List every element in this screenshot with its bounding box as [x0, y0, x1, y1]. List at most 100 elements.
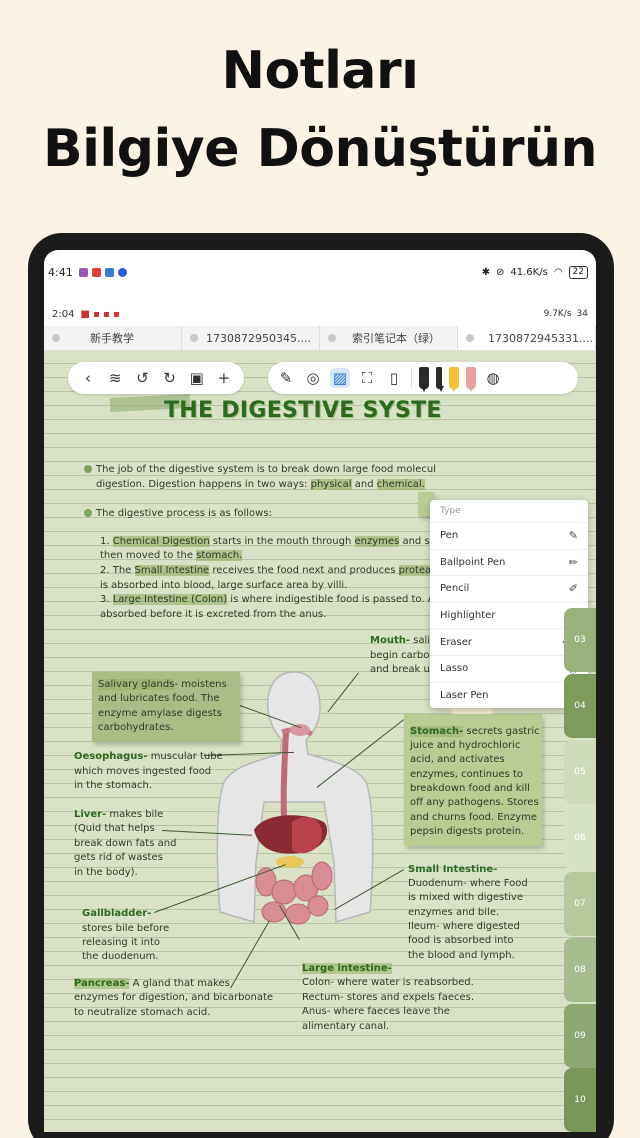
book-icon[interactable]: ▯: [384, 368, 404, 388]
layers-icon[interactable]: ≋: [105, 368, 125, 388]
tab-label: 索引笔记本（绿）: [352, 332, 440, 345]
add-icon[interactable]: +: [214, 368, 234, 388]
tab-strip: 新手教学 1730872950345.... 索引笔记本（绿） 17308729…: [44, 326, 596, 350]
page-tab-10[interactable]: 10: [564, 1068, 596, 1132]
battery-icon: 22: [568, 265, 588, 279]
tab-4[interactable]: 1730872945331.... ⌄: [458, 326, 596, 350]
salivary-line: enzyme amylase digests: [98, 708, 222, 719]
page-tab-07[interactable]: 07: [564, 872, 596, 936]
gallbladder-line: the duodenum.: [82, 951, 159, 962]
crop-icon[interactable]: ⛶: [357, 368, 377, 388]
tools-toolbar: ✎ ◎ ▨ ⛶ ▯ ◍: [268, 362, 578, 394]
small-intestine-line: the blood and lymph.: [408, 950, 515, 961]
page-tab-04[interactable]: 04: [564, 674, 596, 738]
intro-line-2: digestion. Digestion happens in two ways…: [96, 479, 425, 490]
notification-icon: [91, 267, 101, 277]
process-step-3: 3. Large Intestine (Colon) is where indi…: [100, 594, 439, 605]
bullet-icon: [84, 465, 92, 473]
bluetooth-icon: ✱: [481, 266, 491, 278]
notification-icon: [78, 267, 88, 277]
stomach-line: off any pathogens. Stores: [410, 797, 539, 808]
tablet-screen: 4:41 ✱ ⊘ 41.6K/s ◠ 22 2:04 ■ ▪ ▪ ▪ 9.7K/…: [44, 250, 596, 1132]
small-intestine-line: food is absorbed into: [408, 935, 514, 946]
close-tab-icon[interactable]: [52, 334, 60, 342]
page-tab-03[interactable]: 03: [564, 608, 596, 672]
intro-line-1: The job of the digestive system is to br…: [84, 463, 436, 477]
divider: [411, 368, 412, 388]
salivary-label: Salivary glands- moistens: [98, 679, 227, 690]
stomach-line: breakdown food and kill: [410, 783, 530, 794]
small-intestine-line: Duodenum- where Food: [408, 878, 528, 889]
inner-network-speed: 9.7K/s: [543, 309, 572, 319]
gallbladder-line: releasing it into: [82, 937, 160, 948]
chevron-down-icon[interactable]: ⌄: [593, 333, 595, 344]
process-step-2: 2. The Small Intestine receives the food…: [100, 565, 437, 576]
lasso-icon[interactable]: ◎: [303, 368, 323, 388]
gallbladder-label: Gallbladder-: [82, 908, 152, 919]
stomach-line: acid, and activates: [410, 754, 505, 765]
note-title: THE DIGESTIVE SYSTE: [164, 398, 442, 423]
page-index-tabs: 03 04 05 06 07 08 09 10: [562, 350, 596, 1132]
fountain-pen-swatch[interactable]: [419, 367, 429, 389]
image-icon[interactable]: ▨: [330, 368, 350, 388]
headline: Notları Bilgiye Dönüştürün: [0, 38, 640, 182]
inner-battery: 34: [576, 309, 588, 319]
headline-line-2: Bilgiye Dönüştürün: [42, 119, 598, 179]
redo-icon[interactable]: ↻: [160, 368, 180, 388]
page-tab-09[interactable]: 09: [564, 1004, 596, 1068]
small-intestine-line: enzymes and bile.: [408, 907, 500, 918]
stomach-label: Stomach- secrets gastric: [410, 726, 540, 737]
pancreas-label: Pancreas- A gland that makes: [74, 978, 230, 989]
stomach-line: and churns food. Enzyme: [410, 812, 538, 823]
small-intestine-label: Small Intestine-: [408, 864, 498, 875]
page-tab-08[interactable]: 08: [564, 938, 596, 1002]
oesophagus-line: in the stomach.: [74, 780, 153, 791]
page-tab-05[interactable]: 05: [564, 740, 596, 804]
close-tab-icon[interactable]: [190, 334, 198, 342]
bullet-icon: [84, 509, 92, 517]
stomach-line: enzymes, continues to: [410, 769, 524, 780]
process-step-3b: absorbed before it is excreted from the …: [100, 609, 327, 620]
oesophagus-line: which moves ingested food: [74, 766, 212, 777]
headline-line-1: Notları: [221, 41, 419, 101]
mute-icon: ⊘: [496, 266, 505, 278]
oesophagus-label: Oesophagus- muscular tube: [74, 751, 223, 762]
inner-status-bar: 2:04 ■ ▪ ▪ ▪ 9.7K/s 34: [44, 308, 596, 320]
liver-label: Liver- makes bile: [74, 809, 164, 820]
salivary-line: carbohydrates.: [98, 722, 174, 733]
page-tab-06[interactable]: 06: [564, 806, 596, 870]
stomach-line: pepsin digests protein.: [410, 826, 525, 837]
pen-icon[interactable]: ✎: [276, 368, 296, 388]
notification-icon: [104, 267, 114, 277]
large-intestine-line: Rectum- stores and expels faeces.: [302, 992, 475, 1003]
tab-2[interactable]: 1730872950345....: [182, 326, 320, 350]
back-icon[interactable]: ‹: [78, 368, 98, 388]
process-step-1: 1. Chemical Digestion starts in the mout…: [100, 536, 439, 547]
wifi-icon: ◠: [553, 266, 563, 278]
gallbladder-line: stores bile before: [82, 923, 170, 934]
highlighter-swatch[interactable]: [449, 367, 459, 389]
large-intestine-line: Colon- where water is reabsorbed.: [302, 977, 474, 988]
color-palette-icon[interactable]: ◍: [483, 368, 503, 388]
note-canvas[interactable]: THE DIGESTIVE SYSTE The job of the diges…: [44, 350, 596, 1132]
undo-icon[interactable]: ↺: [132, 368, 152, 388]
tab-3[interactable]: 索引笔记本（绿）: [320, 326, 458, 350]
ballpoint-pen-swatch[interactable]: [436, 367, 442, 389]
close-tab-icon[interactable]: [328, 334, 336, 342]
large-intestine-line: Anus- where faeces leave the: [302, 1006, 450, 1017]
tab-label: 1730872950345....: [206, 331, 311, 345]
close-tab-icon[interactable]: [466, 334, 474, 342]
navigation-toolbar: ‹ ≋ ↺ ↻ ▣ +: [68, 362, 244, 394]
status-time: 4:41: [48, 265, 73, 279]
tab-1[interactable]: 新手教学: [44, 326, 182, 350]
liver-line: gets rid of wastes: [74, 852, 163, 863]
small-intestine-line: Ileum- where digested: [408, 921, 520, 932]
pancreas-line: to neutralize stomach acid.: [74, 1007, 211, 1018]
small-intestine-line: is mixed with digestive: [408, 892, 523, 903]
eraser-swatch[interactable]: [466, 367, 476, 389]
notification-icon: ■ ▪ ▪ ▪: [80, 308, 120, 320]
network-speed: 41.6K/s: [510, 266, 548, 278]
large-intestine-label: Large intestine-: [302, 963, 392, 974]
page-icon[interactable]: ▣: [187, 368, 207, 388]
notification-icon: [117, 267, 127, 277]
